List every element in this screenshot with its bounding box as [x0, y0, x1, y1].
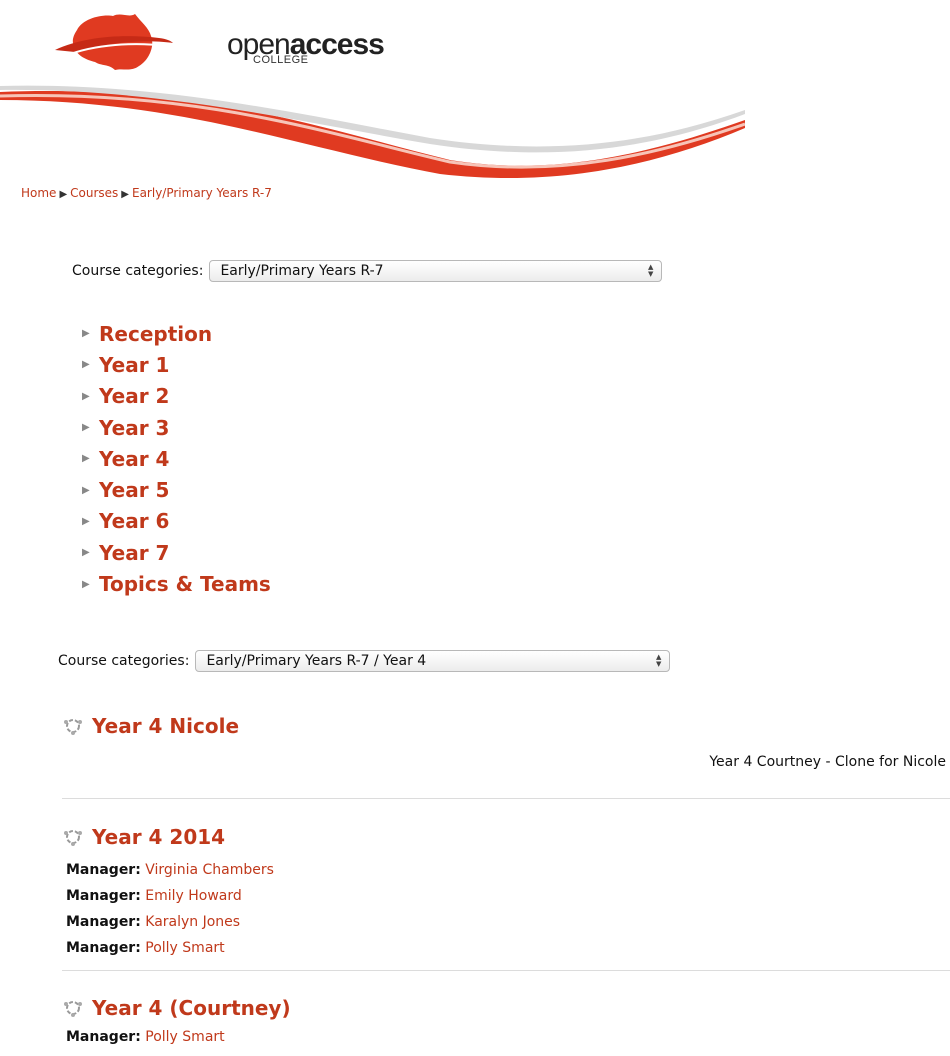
site-logo[interactable]: openaccess COLLEGE	[55, 8, 385, 78]
subcategory-list: ▶ Reception ▶ Year 1 ▶ Year 2 ▶ Year 3 ▶ Year…	[82, 318, 271, 600]
triangle-right-icon: ▶	[121, 189, 129, 200]
select-value: Early/Primary Years R-7	[220, 263, 384, 279]
course-categories-label: Course categories:	[72, 263, 204, 279]
divider	[62, 798, 950, 799]
category-selector-bottom: Course categories: Early/Primary Years R…	[58, 650, 671, 672]
breadcrumb-home[interactable]: Home	[21, 186, 56, 200]
divider	[62, 970, 950, 971]
triangle-right-icon[interactable]: ▶	[82, 579, 99, 590]
manager-label: Manager:	[66, 940, 141, 956]
triangle-right-icon[interactable]: ▶	[82, 547, 99, 558]
manager-link[interactable]: Karalyn Jones	[145, 914, 240, 930]
course-categories-select[interactable]: Early/Primary Years R-7 / Year 4 ▲ ▼	[195, 650, 671, 672]
triangle-right-icon[interactable]: ▶	[82, 391, 99, 402]
subcategory-link[interactable]: Reception	[99, 322, 212, 346]
course-link[interactable]: Year 4 Nicole	[92, 714, 239, 738]
subcategory-link[interactable]: Year 3	[99, 416, 169, 440]
manager-link[interactable]: Emily Howard	[145, 888, 242, 904]
breadcrumb-category[interactable]: Early/Primary Years R-7	[132, 186, 272, 200]
course-icon	[64, 1001, 82, 1017]
course-title-row: Year 4 (Courtney)	[62, 996, 291, 1020]
subcategory-item: ▶ Year 2	[82, 381, 271, 412]
course-summary: Year 4 Courtney - Clone for Nicole	[709, 754, 946, 770]
breadcrumb: Home ▶ Courses ▶ Early/Primary Years R-7	[21, 186, 272, 200]
subcategory-link[interactable]: Year 2	[99, 384, 169, 408]
subcategory-item: ▶ Topics & Teams	[82, 568, 271, 599]
subcategory-link[interactable]: Year 6	[99, 509, 169, 533]
breadcrumb-courses[interactable]: Courses	[70, 186, 118, 200]
course-managers: Manager: Virginia Chambers Manager: Emil…	[66, 857, 274, 961]
course-managers: Manager: Polly Smart	[66, 1024, 291, 1050]
triangle-right-icon[interactable]: ▶	[82, 516, 99, 527]
select-arrows-icon: ▲ ▼	[648, 263, 654, 278]
triangle-right-icon[interactable]: ▶	[82, 359, 99, 370]
manager-row: Manager: Karalyn Jones	[66, 909, 274, 935]
select-arrows-icon: ▲ ▼	[656, 653, 662, 668]
course-entry: Year 4 2014 Manager: Virginia Chambers M…	[62, 825, 274, 961]
subcategory-link[interactable]: Year 4	[99, 447, 169, 471]
manager-label: Manager:	[66, 862, 141, 878]
course-title-row: Year 4 2014	[62, 825, 274, 849]
manager-row: Manager: Polly Smart	[66, 935, 274, 961]
manager-label: Manager:	[66, 1029, 141, 1045]
select-value: Early/Primary Years R-7 / Year 4	[206, 653, 427, 669]
subcategory-link[interactable]: Year 5	[99, 478, 169, 502]
course-title-row: Year 4 Nicole	[62, 714, 239, 738]
subcategory-item: ▶ Year 3	[82, 412, 271, 443]
manager-row: Manager: Polly Smart	[66, 1024, 291, 1050]
subcategory-item: ▶ Year 6	[82, 506, 271, 537]
header-swoosh	[0, 85, 745, 179]
subcategory-link[interactable]: Topics & Teams	[99, 572, 271, 596]
manager-row: Manager: Emily Howard	[66, 883, 274, 909]
triangle-right-icon[interactable]: ▶	[82, 328, 99, 339]
course-link[interactable]: Year 4 2014	[92, 825, 225, 849]
triangle-right-icon[interactable]: ▶	[82, 485, 99, 496]
course-link[interactable]: Year 4 (Courtney)	[92, 996, 291, 1020]
triangle-right-icon[interactable]: ▶	[82, 453, 99, 464]
logo-college-text: COLLEGE	[253, 54, 309, 66]
subcategory-item: ▶ Year 1	[82, 349, 271, 380]
manager-label: Manager:	[66, 888, 141, 904]
course-categories-label: Course categories:	[58, 653, 190, 669]
triangle-right-icon: ▶	[59, 189, 68, 200]
triangle-right-icon[interactable]: ▶	[82, 422, 99, 433]
course-icon	[64, 830, 82, 846]
manager-link[interactable]: Virginia Chambers	[145, 862, 274, 878]
subcategory-item: ▶ Year 7	[82, 537, 271, 568]
category-selector-top: Course categories: Early/Primary Years R…	[72, 260, 663, 282]
subcategory-link[interactable]: Year 7	[99, 541, 169, 565]
subcategory-item: ▶ Year 4	[82, 443, 271, 474]
course-entry: Year 4 Nicole	[62, 714, 239, 738]
course-categories-select[interactable]: Early/Primary Years R-7 ▲ ▼	[209, 260, 663, 282]
course-entry: Year 4 (Courtney) Manager: Polly Smart	[62, 996, 291, 1050]
subcategory-item: ▶ Year 5	[82, 474, 271, 505]
subcategory-link[interactable]: Year 1	[99, 353, 169, 377]
manager-link[interactable]: Polly Smart	[145, 1029, 224, 1045]
manager-label: Manager:	[66, 914, 141, 930]
course-icon	[64, 719, 82, 735]
manager-link[interactable]: Polly Smart	[145, 940, 224, 956]
subcategory-item: ▶ Reception	[82, 318, 271, 349]
manager-row: Manager: Virginia Chambers	[66, 857, 274, 883]
australia-logo-icon	[55, 14, 173, 70]
